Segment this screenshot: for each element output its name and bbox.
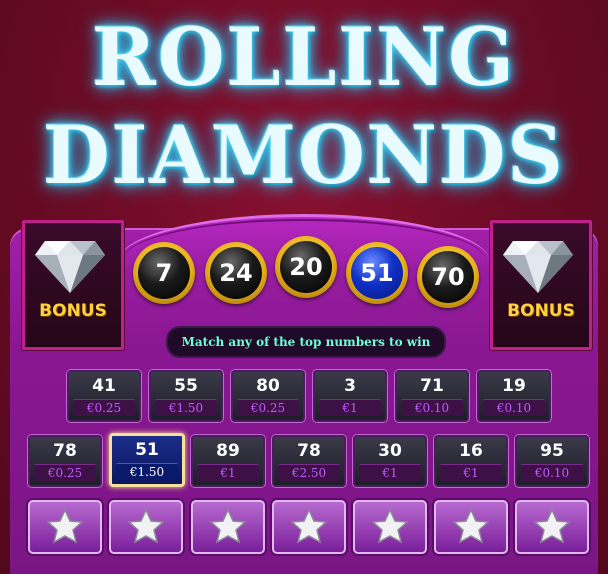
ticket-tile-matched[interactable]: 51 €1.50 bbox=[109, 433, 185, 487]
diamond-icon bbox=[503, 241, 573, 293]
ticket-tile[interactable]: 89 €1 bbox=[191, 435, 265, 487]
ticket-number: 19 bbox=[502, 376, 526, 396]
ticket-prize: €0.25 bbox=[34, 464, 96, 481]
ticket-number: 55 bbox=[174, 376, 198, 396]
ticket-number: 30 bbox=[378, 441, 402, 461]
bonus-label-left: BONUS bbox=[39, 301, 107, 321]
ticket-prize: €1.50 bbox=[155, 399, 217, 416]
star-icon bbox=[371, 508, 409, 544]
ticket-prize: €1 bbox=[440, 464, 502, 481]
ticket-number: 3 bbox=[344, 376, 356, 396]
ticket-prize: €1.50 bbox=[116, 463, 178, 480]
drawn-number-ball: 24 bbox=[205, 242, 267, 304]
ticket-number: 16 bbox=[459, 441, 483, 461]
ticket-prize: €2.50 bbox=[278, 464, 340, 481]
ticket-tile[interactable]: 30 €1 bbox=[353, 435, 427, 487]
star-button[interactable] bbox=[353, 500, 427, 554]
ticket-prize: €0.25 bbox=[237, 399, 299, 416]
ticket-number: 80 bbox=[256, 376, 280, 396]
ticket-tile[interactable]: 16 €1 bbox=[434, 435, 508, 487]
ticket-prize: €0.10 bbox=[483, 399, 545, 416]
ticket-tile[interactable]: 95 €0.10 bbox=[515, 435, 589, 487]
star-icon bbox=[46, 508, 84, 544]
ticket-number: 89 bbox=[216, 441, 240, 461]
drawn-number: 51 bbox=[351, 247, 403, 299]
bonus-panel-right[interactable]: BONUS bbox=[490, 220, 592, 350]
ticket-number: 78 bbox=[297, 441, 321, 461]
drawn-number-ball-matched: 51 bbox=[346, 242, 408, 304]
ticket-prize: €1 bbox=[319, 399, 381, 416]
ticket-number: 71 bbox=[420, 376, 444, 396]
drawn-number-ball: 20 bbox=[275, 236, 337, 298]
ticket-number: 95 bbox=[540, 441, 564, 461]
star-button[interactable] bbox=[191, 500, 265, 554]
bonus-panel-left[interactable]: BONUS bbox=[22, 220, 124, 350]
ticket-tile[interactable]: 41 €0.25 bbox=[67, 370, 141, 422]
ticket-number: 41 bbox=[92, 376, 116, 396]
ticket-tile[interactable]: 55 €1.50 bbox=[149, 370, 223, 422]
ticket-tile[interactable]: 71 €0.10 bbox=[395, 370, 469, 422]
star-button[interactable] bbox=[272, 500, 346, 554]
drawn-number: 24 bbox=[210, 247, 262, 299]
star-icon bbox=[127, 508, 165, 544]
ticket-prize: €1 bbox=[359, 464, 421, 481]
ticket-number: 51 bbox=[135, 440, 159, 460]
ticket-prize: €0.10 bbox=[521, 464, 583, 481]
drawn-number-ball: 7 bbox=[133, 242, 195, 304]
ticket-prize: €0.10 bbox=[401, 399, 463, 416]
ticket-tile[interactable]: 78 €2.50 bbox=[272, 435, 346, 487]
ticket-number: 78 bbox=[53, 441, 77, 461]
bonus-label-right: BONUS bbox=[507, 301, 575, 321]
ticket-prize: €0.25 bbox=[73, 399, 135, 416]
star-icon bbox=[452, 508, 490, 544]
instruction-banner: Match any of the top numbers to win bbox=[166, 326, 446, 358]
drawn-number-ball: 70 bbox=[417, 246, 479, 308]
star-icon bbox=[290, 508, 328, 544]
ticket-tile[interactable]: 19 €0.10 bbox=[477, 370, 551, 422]
star-button[interactable] bbox=[28, 500, 102, 554]
star-button[interactable] bbox=[109, 500, 183, 554]
star-icon bbox=[209, 508, 247, 544]
game-title-line-2: DIAMONDS bbox=[43, 108, 565, 202]
star-button[interactable] bbox=[515, 500, 589, 554]
ticket-prize: €1 bbox=[197, 464, 259, 481]
ticket-tile[interactable]: 80 €0.25 bbox=[231, 370, 305, 422]
star-icon bbox=[533, 508, 571, 544]
diamond-icon bbox=[35, 241, 105, 293]
game-title-line-1: ROLLING bbox=[92, 10, 516, 104]
star-button[interactable] bbox=[434, 500, 508, 554]
ticket-tile[interactable]: 3 €1 bbox=[313, 370, 387, 422]
drawn-number: 20 bbox=[280, 241, 332, 293]
ticket-tile[interactable]: 78 €0.25 bbox=[28, 435, 102, 487]
drawn-number: 7 bbox=[138, 247, 190, 299]
drawn-number: 70 bbox=[422, 251, 474, 303]
